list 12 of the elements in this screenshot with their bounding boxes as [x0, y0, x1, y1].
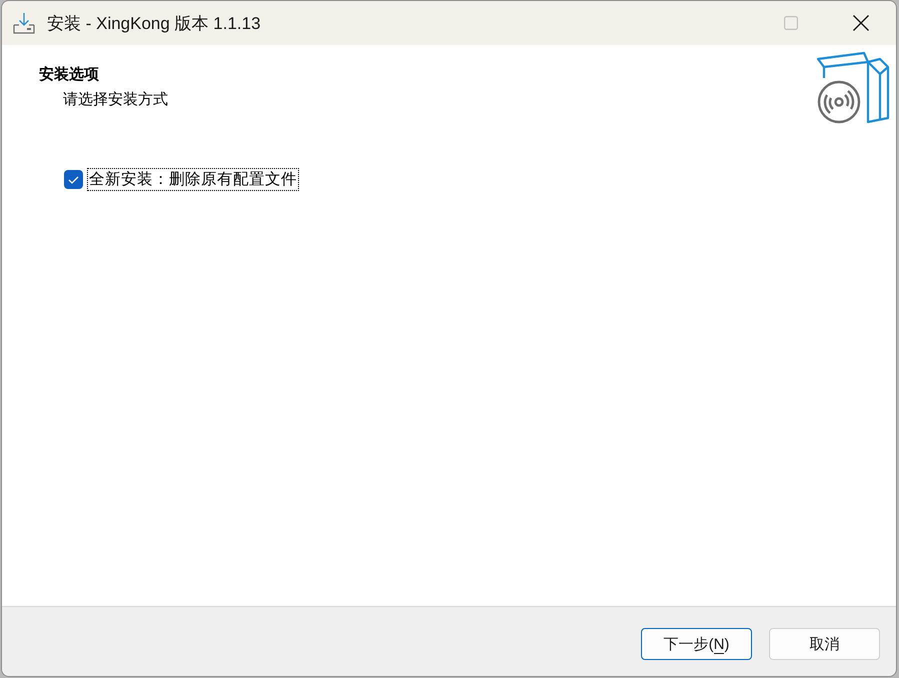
maximize-icon — [784, 16, 798, 30]
page-title: 安装选项 — [39, 65, 100, 85]
next-button[interactable]: 下一步(N) — [641, 628, 752, 660]
close-icon — [853, 15, 869, 31]
checkbox-label[interactable]: 全新安装：删除原有配置文件 — [87, 168, 299, 191]
cancel-button[interactable]: 取消 — [769, 628, 880, 660]
checkbox[interactable] — [64, 170, 83, 189]
window-title: 安装 - XingKong 版本 1.1.13 — [47, 12, 261, 34]
installer-icon — [13, 12, 35, 34]
check-icon — [68, 176, 79, 184]
page-subtitle: 请选择安装方式 — [62, 90, 168, 110]
box-with-disc-icon — [816, 50, 890, 124]
